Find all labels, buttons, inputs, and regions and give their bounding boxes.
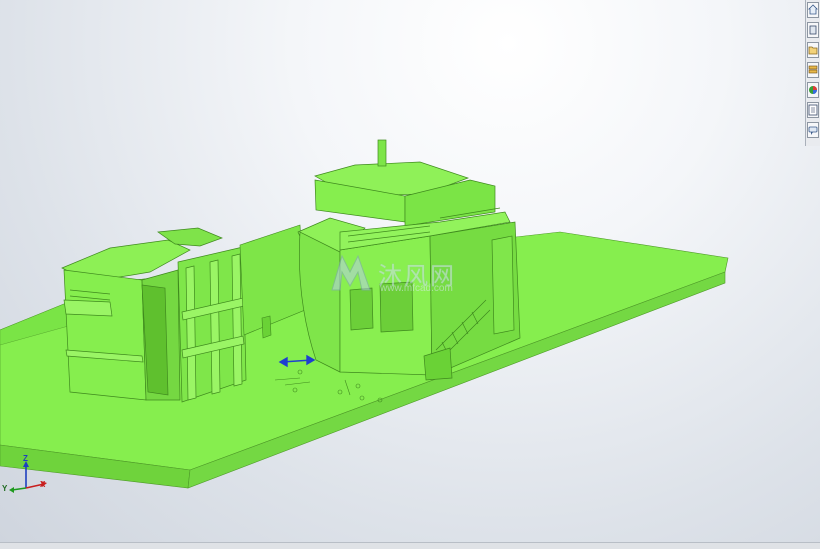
forum-icon[interactable] bbox=[807, 122, 819, 138]
custom-properties-icon[interactable] bbox=[807, 102, 819, 118]
home-icon[interactable] bbox=[807, 2, 819, 18]
left-building bbox=[61, 227, 247, 403]
3d-model-scene[interactable] bbox=[0, 0, 820, 542]
triad-axes bbox=[9, 461, 47, 493]
appearances-icon[interactable] bbox=[807, 82, 819, 98]
graphics-viewport[interactable]: 沐风网 www.mfcad.com Z Y X bbox=[0, 0, 820, 542]
triad-y-label: Y bbox=[2, 484, 8, 493]
parts-library-icon[interactable] bbox=[807, 22, 819, 38]
search-icon[interactable] bbox=[807, 62, 819, 78]
file-explorer-icon[interactable] bbox=[807, 42, 819, 58]
reference-triad: Z Y X bbox=[2, 454, 52, 498]
triad-x-label: X bbox=[40, 480, 46, 489]
right-building bbox=[297, 139, 521, 381]
task-pane-tabs bbox=[805, 0, 820, 146]
triad-z-label: Z bbox=[23, 454, 28, 463]
